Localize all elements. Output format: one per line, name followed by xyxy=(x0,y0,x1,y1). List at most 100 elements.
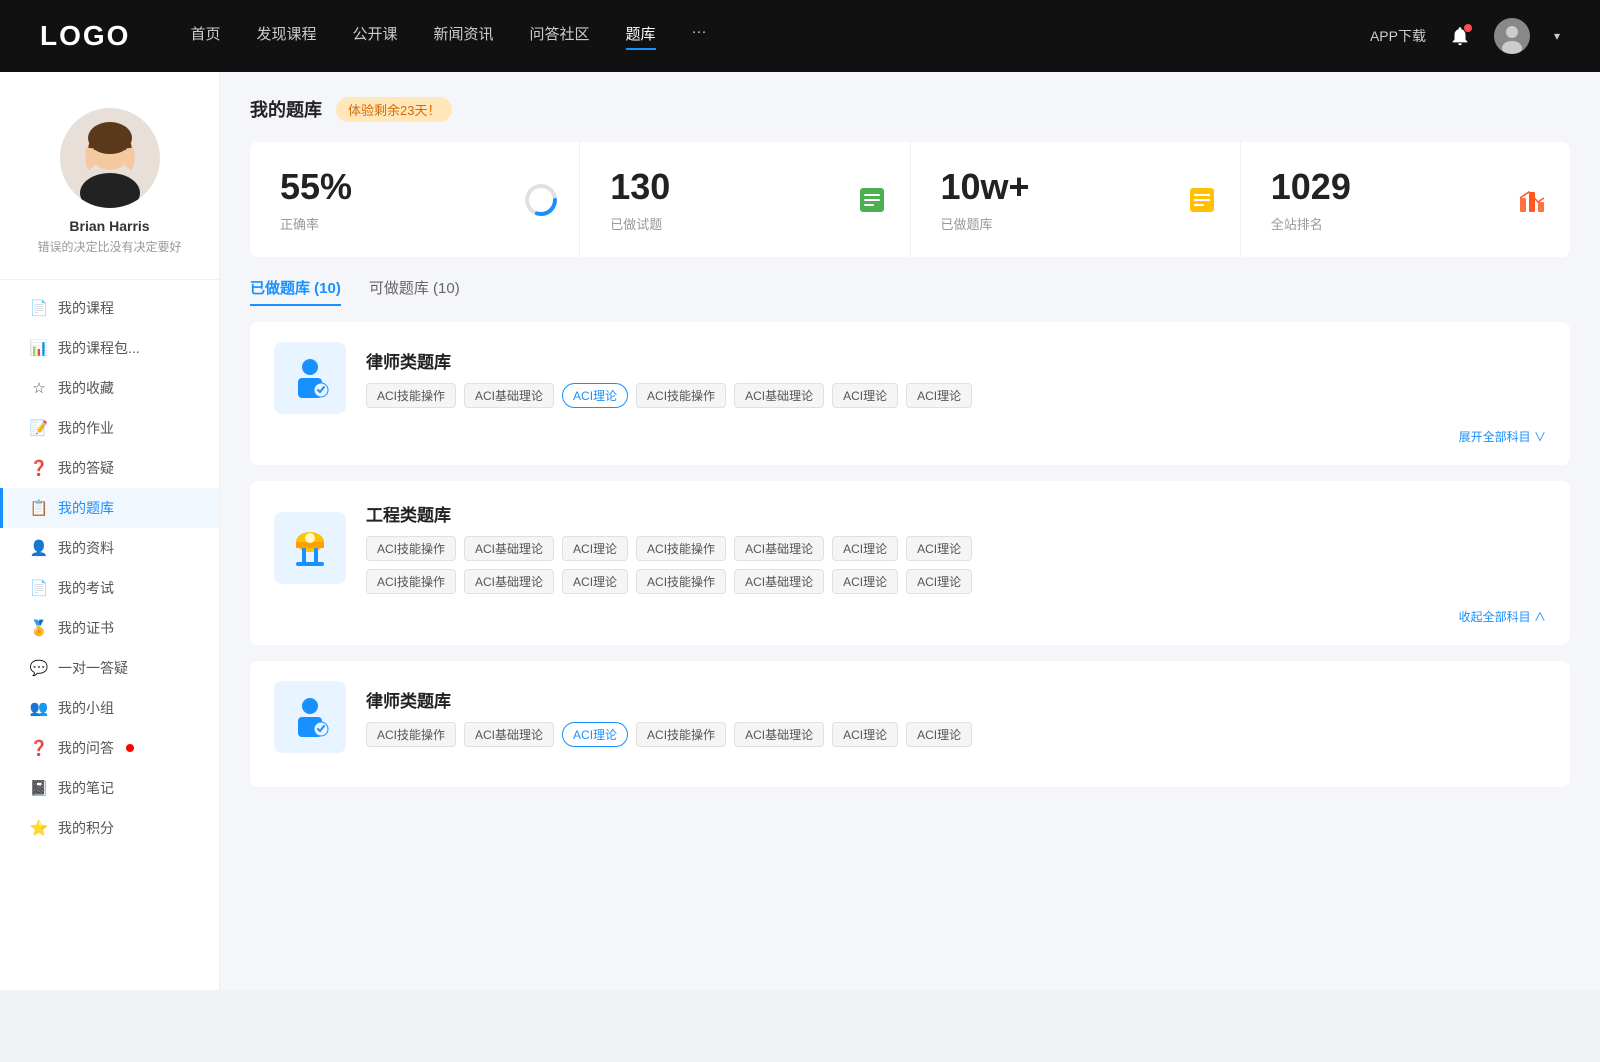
sidebar-item-我的笔记[interactable]: 📓 我的笔记 xyxy=(0,768,219,808)
avatar[interactable] xyxy=(1494,18,1530,54)
qbank-header: 律师类题库 ACI技能操作ACI基础理论ACI理论ACI技能操作ACI基础理论A… xyxy=(274,342,1546,414)
nav-item-问答社区[interactable]: 问答社区 xyxy=(530,23,590,50)
menu-icon: 📄 xyxy=(30,299,48,317)
navbar: LOGO 首页 发现课程 公开课 新闻资讯 问答社区 题库 ··· APP下载 ▾ xyxy=(0,0,1600,72)
tag[interactable]: ACI理论 xyxy=(906,569,972,594)
tag[interactable]: ACI技能操作 xyxy=(366,383,456,408)
tag[interactable]: ACI技能操作 xyxy=(366,569,456,594)
qbank-title: 律师类题库 xyxy=(366,687,1546,712)
qbank-icon-engineer xyxy=(274,512,346,584)
qbank-card-0: 律师类题库 ACI技能操作ACI基础理论ACI理论ACI技能操作ACI基础理论A… xyxy=(250,322,1570,465)
qbank-tags: ACI技能操作 ACI基础理论 ACI理论 ACI技能操作 ACI基础理论 ACI理论 AC… xyxy=(366,722,1546,747)
sidebar-item-我的考试[interactable]: 📄 我的考试 xyxy=(0,568,219,608)
qbank-card-2: 律师类题库 ACI技能操作ACI基础理论ACI理论ACI技能操作ACI基础理论A… xyxy=(250,661,1570,787)
tag[interactable]: ACI技能操作 xyxy=(636,722,726,747)
stat-questions-done-value: 130 xyxy=(610,166,879,208)
menu-icon: 📓 xyxy=(30,779,48,797)
menu-icon: ❓ xyxy=(30,739,48,757)
nav-item-···[interactable]: ··· xyxy=(692,23,707,50)
tag[interactable]: ACI基础理论 xyxy=(464,383,554,408)
tag[interactable]: ACI技能操作 xyxy=(636,383,726,408)
qbank-icon-lawyer xyxy=(274,342,346,414)
qbank-container: 律师类题库 ACI技能操作ACI基础理论ACI理论ACI技能操作ACI基础理论A… xyxy=(250,322,1570,787)
nav-item-新闻资讯[interactable]: 新闻资讯 xyxy=(434,23,494,50)
sidebar-item-我的问答[interactable]: ❓ 我的问答 xyxy=(0,728,219,768)
sidebar-item-我的题库[interactable]: 📋 我的题库 xyxy=(0,488,219,528)
tag[interactable]: ACI理论 xyxy=(832,536,898,561)
menu-icon: 📊 xyxy=(30,339,48,357)
qbank-title: 工程类题库 xyxy=(366,501,1546,526)
nav-item-首页[interactable]: 首页 xyxy=(190,23,220,50)
tag[interactable]: ACI理论 xyxy=(906,383,972,408)
tag[interactable]: ACI理论 xyxy=(832,569,898,594)
tag[interactable]: ACI理论 xyxy=(562,722,628,747)
tag[interactable]: ACI理论 xyxy=(906,722,972,747)
sidebar-menu: 📄 我的课程 📊 我的课程包... ☆ 我的收藏 📝 我的作业 ❓ 我的答疑 📋… xyxy=(0,288,219,848)
tag[interactable]: ACI理论 xyxy=(906,536,972,561)
nav-item-题库[interactable]: 题库 xyxy=(626,23,656,50)
menu-icon: 🏅 xyxy=(30,619,48,637)
stat-banks-done: 10w+ 已做题库 xyxy=(911,142,1241,257)
menu-icon: ☆ xyxy=(30,379,48,397)
tag[interactable]: ACI理论 xyxy=(562,569,628,594)
expand-link[interactable]: 展开全部科目 ∨ xyxy=(1459,428,1546,445)
app-download-button[interactable]: APP下载 xyxy=(1370,26,1426,46)
qbank-title: 律师类题库 xyxy=(366,348,1546,373)
page-header: 我的题库 体验剩余23天！ xyxy=(250,96,1570,122)
sidebar-item-我的小组[interactable]: 👥 我的小组 xyxy=(0,688,219,728)
notification-bell[interactable] xyxy=(1446,22,1474,50)
menu-label: 我的答疑 xyxy=(58,458,114,478)
tag[interactable]: ACI理论 xyxy=(832,383,898,408)
tag[interactable]: ACI基础理论 xyxy=(734,383,824,408)
tag[interactable]: ACI基础理论 xyxy=(734,536,824,561)
stat-ranking: 1029 全站排名 xyxy=(1241,142,1570,257)
tag[interactable]: ACI理论 xyxy=(562,536,628,561)
sidebar-item-我的资料[interactable]: 👤 我的资料 xyxy=(0,528,219,568)
qbank-tags: ACI技能操作 ACI基础理论 ACI理论 ACI技能操作 ACI基础理论 ACI理论 AC… xyxy=(366,383,1546,408)
sidebar-profile: Brian Harris 错误的决定比没有决定要好 xyxy=(0,92,219,271)
logo[interactable]: LOGO xyxy=(40,20,130,52)
tag[interactable]: ACI基础理论 xyxy=(464,722,554,747)
tab-done[interactable]: 已做题库 (10) xyxy=(250,277,341,306)
menu-icon: ⭐ xyxy=(30,819,48,837)
expand-link[interactable]: 收起全部科目 ∧ xyxy=(1459,608,1546,625)
stat-banks-done-value: 10w+ xyxy=(941,166,1210,208)
tag[interactable]: ACI技能操作 xyxy=(366,722,456,747)
menu-label: 我的资料 xyxy=(58,538,114,558)
layout: Brian Harris 错误的决定比没有决定要好 📄 我的课程 📊 我的课程包… xyxy=(0,72,1600,990)
sidebar-item-我的课程[interactable]: 📄 我的课程 xyxy=(0,288,219,328)
sidebar-item-我的作业[interactable]: 📝 我的作业 xyxy=(0,408,219,448)
sidebar-username: Brian Harris xyxy=(10,218,209,234)
nav-item-公开课[interactable]: 公开课 xyxy=(352,23,397,50)
tag[interactable]: ACI基础理论 xyxy=(734,722,824,747)
menu-icon: 👤 xyxy=(30,539,48,557)
tag[interactable]: ACI基础理论 xyxy=(464,569,554,594)
sidebar-item-一对一答疑[interactable]: 💬 一对一答疑 xyxy=(0,648,219,688)
qbank-footer: 展开全部科目 ∨ xyxy=(274,428,1546,445)
sidebar-item-我的答疑[interactable]: ❓ 我的答疑 xyxy=(0,448,219,488)
stat-banks-done-label: 已做题库 xyxy=(941,214,1210,233)
avatar-dropdown-icon[interactable]: ▾ xyxy=(1554,29,1560,43)
tag[interactable]: ACI技能操作 xyxy=(366,536,456,561)
tab-available[interactable]: 可做题库 (10) xyxy=(369,277,460,306)
stat-banks-icon xyxy=(1184,182,1220,218)
nav-item-发现课程[interactable]: 发现课程 xyxy=(256,23,316,50)
stat-questions-done: 130 已做试题 xyxy=(580,142,910,257)
menu-label: 我的作业 xyxy=(58,418,114,438)
notification-badge xyxy=(1464,24,1472,32)
tag[interactable]: ACI基础理论 xyxy=(464,536,554,561)
qbank-card-1: 工程类题库 ACI技能操作 ACI基础理论 ACI理论 ACI技能操作 ACI基础理论 A… xyxy=(250,481,1570,645)
main-content: 我的题库 体验剩余23天！ 55% 正确率 130 已做试题 xyxy=(220,72,1600,990)
tag[interactable]: ACI技能操作 xyxy=(636,536,726,561)
sidebar-item-我的积分[interactable]: ⭐ 我的积分 xyxy=(0,808,219,848)
menu-label: 一对一答疑 xyxy=(58,658,128,678)
tag[interactable]: ACI基础理论 xyxy=(734,569,824,594)
sidebar-item-我的收藏[interactable]: ☆ 我的收藏 xyxy=(0,368,219,408)
sidebar-item-我的证书[interactable]: 🏅 我的证书 xyxy=(0,608,219,648)
qbank-header: 律师类题库 ACI技能操作ACI基础理论ACI理论ACI技能操作ACI基础理论A… xyxy=(274,681,1546,753)
sidebar-item-我的课程包...[interactable]: 📊 我的课程包... xyxy=(0,328,219,368)
menu-label: 我的问答 xyxy=(58,738,114,758)
tag[interactable]: ACI理论 xyxy=(562,383,628,408)
tag[interactable]: ACI理论 xyxy=(832,722,898,747)
tag[interactable]: ACI技能操作 xyxy=(636,569,726,594)
